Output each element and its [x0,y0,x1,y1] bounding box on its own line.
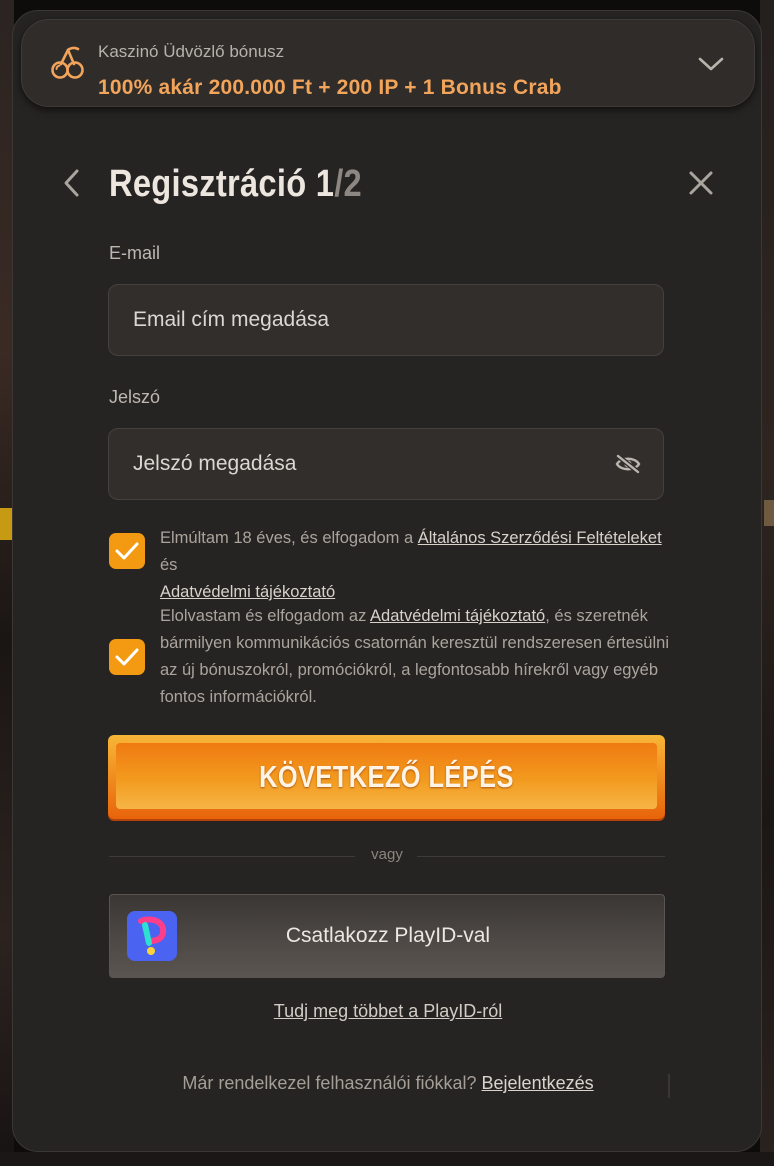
check-icon [115,648,139,666]
bonus-title: Kaszinó Üdvözlő bónusz [98,42,285,61]
consent-text: Elolvastam és elfogadom az [160,607,371,625]
background-accent-right [764,500,774,526]
login-link[interactable]: Bejelentkezés [482,1073,594,1093]
marketing-consent-checkbox[interactable] [109,639,145,675]
password-field[interactable] [133,429,603,499]
step-separator: / [334,163,344,205]
email-field-container [108,284,664,356]
terms-link[interactable]: Általános Szerződési Feltételeket [418,529,662,547]
eye-off-icon[interactable] [615,453,641,475]
step-total: 2 [343,163,362,205]
background-accent [0,508,12,540]
divider-line-right [417,856,665,857]
cherries-icon [51,46,84,79]
close-icon[interactable] [687,169,715,197]
email-field[interactable] [133,285,603,355]
background-bottom [0,1152,774,1166]
back-icon[interactable] [59,166,85,200]
age-terms-checkbox[interactable] [109,533,145,569]
privacy-link[interactable]: Adatvédelmi tájékoztató [370,607,545,625]
chevron-down-icon[interactable] [698,56,724,72]
registration-modal: Kaszinó Üdvözlő bónusz 100% akár 200.000… [12,10,762,1152]
password-label: Jelszó [109,387,161,407]
login-prompt-text: Már rendelkezel felhasználói fiókkal? [182,1073,482,1093]
email-label: E-mail [109,243,161,263]
scrollbar[interactable] [668,1074,670,1098]
password-field-container [108,428,664,500]
next-step-button[interactable]: KÖVETKEZŐ LÉPÉS [108,735,665,819]
login-prompt: Már rendelkezel felhasználói fiókkal? Be… [13,1073,761,1094]
playid-button[interactable]: Csatlakozz PlayID-val [109,894,665,978]
bonus-value: 100% akár 200.000 Ft + 200 IP + 1 Bonus … [98,76,562,99]
title-text: Regisztráció 1 [109,163,335,205]
consent-text: és [160,556,178,574]
age-terms-consent-text: Elmúltam 18 éves, és elfogadom a Általán… [160,525,675,606]
check-icon [115,542,139,560]
page-title: Regisztráció 1/2 [109,163,362,206]
background-right [760,0,774,1166]
next-step-label: KÖVETKEZŐ LÉPÉS [259,759,514,794]
consent-text: Elmúltam 18 éves, és elfogadom a [160,529,418,547]
marketing-consent-text: Elolvastam és elfogadom az Adatvédelmi t… [160,603,675,711]
divider-line-left [109,856,355,857]
privacy-link[interactable]: Adatvédelmi tájékoztató [160,583,335,601]
divider-label: vagy [371,846,403,863]
playid-label: Csatlakozz PlayID-val [285,924,491,947]
playid-learn-more-link[interactable]: Tudj meg többet a PlayID-ról [13,1001,761,1022]
welcome-bonus-dropdown[interactable]: Kaszinó Üdvözlő bónusz 100% akár 200.000… [21,19,755,107]
